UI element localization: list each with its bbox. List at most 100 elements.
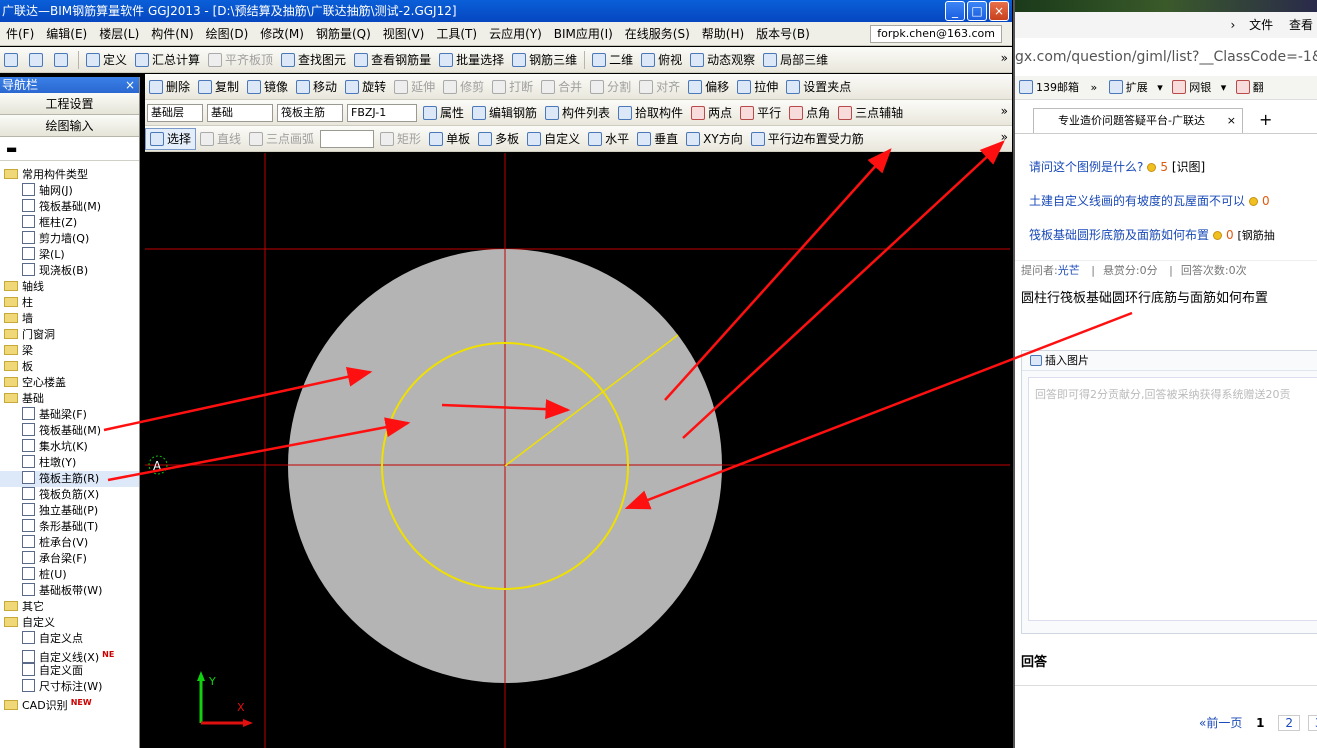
maximize-button[interactable]: □ [967, 1, 987, 21]
menu-rebar[interactable]: 钢筋量(Q) [310, 22, 377, 45]
component-list-button[interactable]: 构件列表 [541, 102, 614, 124]
tree-item[interactable]: 自定义点 [0, 631, 139, 647]
tree-item[interactable]: 集水坑(K) [0, 439, 139, 455]
split-button[interactable]: 分割 [586, 76, 635, 98]
type-select[interactable]: 基础 [207, 103, 273, 122]
trim-button[interactable]: 修剪 [439, 76, 488, 98]
dynamic-view-button[interactable]: 动态观察 [686, 49, 759, 71]
menu-bim[interactable]: BIM应用(I) [548, 22, 619, 45]
tree-item[interactable]: 筏板基础(M) [0, 423, 139, 439]
drawing-canvas[interactable]: A Y X [145, 153, 1010, 748]
tree-item[interactable]: 筏板负筋(X) [0, 487, 139, 503]
menu-view[interactable]: 查看 [1289, 18, 1313, 32]
edit-rebar-button[interactable]: 编辑钢筋 [468, 102, 541, 124]
horizontal-button[interactable]: 水平 [584, 128, 633, 150]
rebar-type-select[interactable]: 筏板主筋 [277, 103, 343, 122]
menu-floor[interactable]: 楼层(L) [93, 22, 145, 45]
grip-button[interactable]: 设置夹点 [782, 76, 855, 98]
tree-item[interactable]: 柱墩(Y) [0, 455, 139, 471]
extend-button[interactable]: 延伸 [390, 76, 439, 98]
properties-button[interactable]: 属性 [419, 102, 468, 124]
local-3d-button[interactable]: 局部三维 [759, 49, 832, 71]
point-angle-button[interactable]: 点角 [785, 102, 834, 124]
rotate-button[interactable]: 旋转 [341, 76, 390, 98]
tree-folder[interactable]: 轴线 [0, 279, 139, 295]
toolbar3-more-button[interactable]: » [1001, 104, 1008, 118]
page-3-link[interactable]: 3 [1307, 715, 1317, 731]
define-button[interactable]: 定义 [82, 49, 131, 71]
tree-item[interactable]: 独立基础(P) [0, 503, 139, 519]
select-button[interactable]: 选择 [145, 127, 197, 150]
multi-slab-button[interactable]: 多板 [474, 128, 523, 150]
menu-tools[interactable]: 工具(T) [430, 22, 483, 45]
page-2-link[interactable]: 2 [1278, 715, 1300, 731]
tree-item[interactable]: 框柱(Z) [0, 215, 139, 231]
arc-option-select[interactable] [320, 129, 375, 148]
rect-button[interactable]: 矩形 [376, 128, 425, 150]
tree-folder[interactable]: 其它 [0, 599, 139, 615]
prev-page-link[interactable]: «前一页 [1199, 716, 1242, 730]
line-button[interactable]: 直线 [196, 128, 245, 150]
find-button[interactable]: 查找图元 [277, 49, 350, 71]
toolbar1-more-button[interactable]: » [1001, 51, 1008, 65]
copy-button[interactable]: 复制 [194, 76, 243, 98]
floor-select[interactable]: 基础层 [147, 103, 203, 122]
flat-slab-button[interactable]: 平齐板顶 [204, 49, 277, 71]
break-button[interactable]: 打断 [488, 76, 537, 98]
bookmark-translate[interactable]: 翻 [1253, 81, 1264, 94]
question-link[interactable]: 请问这个图例是什么? [1029, 160, 1143, 174]
align-button[interactable]: 对齐 [635, 76, 684, 98]
tree-item[interactable]: 基础梁(F) [0, 407, 139, 423]
tree-item[interactable]: 自定义面 [0, 663, 139, 679]
undo-button[interactable] [50, 49, 75, 71]
menu-help[interactable]: 帮助(H) [696, 22, 750, 45]
menu-edit[interactable]: 编辑(E) [40, 22, 93, 45]
tree-folder[interactable]: 自定义 [0, 615, 139, 631]
rebar-3d-button[interactable]: 钢筋三维 [508, 49, 581, 71]
tree-folder[interactable]: 空心楼盖 [0, 375, 139, 391]
single-slab-button[interactable]: 单板 [425, 128, 474, 150]
menu-online[interactable]: 在线服务(S) [619, 22, 696, 45]
tree-item[interactable]: 桩承台(V) [0, 535, 139, 551]
nav-close-icon[interactable]: × [125, 77, 135, 93]
toolbar4-more-button[interactable]: » [1001, 130, 1008, 144]
stretch-button[interactable]: 拉伸 [733, 76, 782, 98]
address-bar[interactable]: gx.com/question/giml/list?__ClassCode=-1… [1015, 44, 1317, 70]
2d-button[interactable]: 二维 [588, 49, 637, 71]
menu-file[interactable]: 件(F) [0, 22, 40, 45]
move-button[interactable]: 移动 [292, 76, 341, 98]
draw-input-button[interactable]: 绘图输入 [0, 115, 139, 137]
three-point-axis-button[interactable]: 三点辅轴 [834, 102, 907, 124]
menu-modify[interactable]: 修改(M) [254, 22, 310, 45]
tree-item[interactable]: 筏板基础(M) [0, 199, 139, 215]
minimize-button[interactable]: _ [945, 1, 965, 21]
top-view-button[interactable]: 俯视 [637, 49, 686, 71]
xy-direction-button[interactable]: XY方向 [682, 128, 747, 150]
tree-item[interactable]: 尺寸标注(W) [0, 679, 139, 695]
tree-item[interactable]: 自定义线(X) NE [0, 647, 139, 664]
new-tab-button[interactable]: + [1259, 110, 1272, 129]
tree-item[interactable]: 轴网(J) [0, 183, 139, 199]
question-link[interactable]: 筏板基础圆形底筋及面筋如何布置 [1029, 228, 1209, 242]
parallel-button[interactable]: 平行 [736, 102, 785, 124]
menu-file[interactable]: 文件 [1249, 18, 1273, 32]
account-field[interactable]: forpk.chen@163.com [870, 25, 1002, 43]
bookmark-bank[interactable]: 网银 [1189, 81, 1211, 94]
two-point-button[interactable]: 两点 [687, 102, 736, 124]
tree-item[interactable]: 承台梁(F) [0, 551, 139, 567]
tree-item[interactable]: 梁(L) [0, 247, 139, 263]
tree-item[interactable]: 剪力墙(Q) [0, 231, 139, 247]
tree-item[interactable]: 现浇板(B) [0, 263, 139, 279]
arc-button[interactable]: 三点画弧 [245, 128, 318, 150]
tree-item[interactable]: 桩(U) [0, 567, 139, 583]
bookmark-extension[interactable]: 扩展 [1126, 81, 1148, 94]
tree-item[interactable]: 筏板主筋(R) [0, 471, 139, 487]
tree-folder[interactable]: 板 [0, 359, 139, 375]
collapse-all-button[interactable]: ▬ [0, 137, 139, 161]
tree-folder[interactable]: 柱 [0, 295, 139, 311]
tree-folder[interactable]: 门窗洞 [0, 327, 139, 343]
parallel-edge-button[interactable]: 平行边布置受力筋 [747, 128, 868, 150]
tree-item[interactable]: 条形基础(T) [0, 519, 139, 535]
offset-button[interactable]: 偏移 [684, 76, 733, 98]
tab-close-icon[interactable]: × [1227, 109, 1236, 133]
